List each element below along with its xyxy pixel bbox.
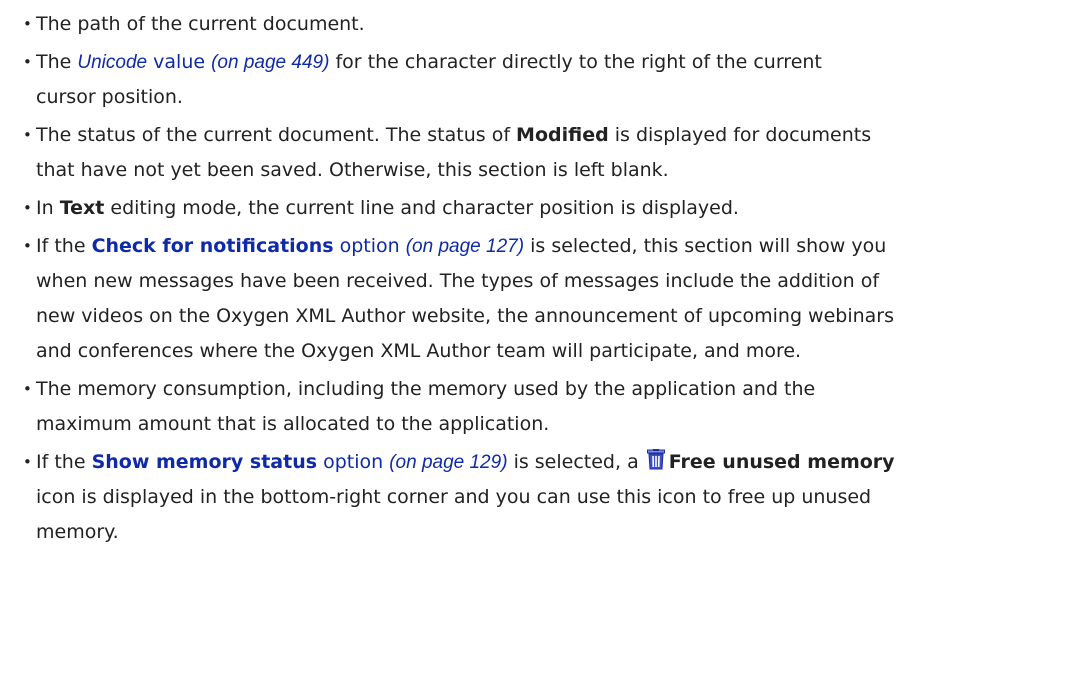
list-item-document-status: • The status of the current document. Th… xyxy=(23,118,1081,188)
modified-term: Modified xyxy=(516,124,609,146)
check-for-notifications-label: Check for notifications xyxy=(91,235,334,257)
bullet: • xyxy=(23,53,32,71)
item-text: icon is displayed in the bottom-right co… xyxy=(36,486,872,508)
list-item-notifications: • If the Check for notifications option … xyxy=(23,229,1081,369)
item-text: memory. xyxy=(36,521,119,543)
item-text: The path of the current document. xyxy=(36,13,365,35)
item-text: new videos on the Oxygen XML Author webs… xyxy=(36,305,895,327)
item-text: for the character directly to the right … xyxy=(329,51,822,73)
bullet: • xyxy=(23,199,32,217)
item-text: The memory consumption, including the me… xyxy=(36,378,816,400)
check-for-notifications-link[interactable]: Check for notifications option xyxy=(92,235,400,257)
page-reference-129[interactable]: (on page 129) xyxy=(389,452,507,473)
item-text: when new messages have been received. Th… xyxy=(36,270,880,292)
text-mode-term: Text xyxy=(59,197,105,219)
item-text: maximum amount that is allocated to the … xyxy=(36,413,550,435)
item-text: The status of the current document. The … xyxy=(36,124,517,146)
show-memory-status-link[interactable]: Show memory status option xyxy=(92,451,384,473)
free-unused-memory-term: Free unused memory xyxy=(668,451,895,473)
item-text: If the xyxy=(36,235,92,257)
list-item-document-path: • The path of the current document. xyxy=(23,7,1081,42)
item-text: that have not yet been saved. Otherwise,… xyxy=(36,159,669,181)
unicode-link-term: Unicode xyxy=(77,52,148,73)
item-text: The xyxy=(36,51,78,73)
item-text: and conferences where the Oxygen XML Aut… xyxy=(36,340,802,362)
list-item-memory-status: • If the Show memory status option (on p… xyxy=(23,445,1081,550)
list-item-text-mode: • In Text editing mode, the current line… xyxy=(23,191,1081,226)
bullet: • xyxy=(23,126,32,144)
unicode-link[interactable]: Unicode value xyxy=(77,51,205,73)
bullet: • xyxy=(23,380,32,398)
page-reference-449[interactable]: (on page 449) xyxy=(211,52,329,73)
option-label: option xyxy=(317,451,384,473)
item-text: cursor position. xyxy=(36,86,183,108)
unicode-link-rest: value xyxy=(147,51,206,73)
item-text: If the xyxy=(36,451,92,473)
item-text: In xyxy=(36,197,60,219)
item-text: editing mode, the current line and chara… xyxy=(104,197,739,219)
bullet-list: • The path of the current document. • Th… xyxy=(0,0,1091,550)
item-text: is selected, a xyxy=(507,451,645,473)
option-label: option xyxy=(333,235,400,257)
show-memory-status-label: Show memory status xyxy=(91,451,318,473)
bullet: • xyxy=(23,453,32,471)
bullet: • xyxy=(23,15,32,33)
item-text: is displayed for documents xyxy=(608,124,872,146)
list-item-memory-consumption: • The memory consumption, including the … xyxy=(23,372,1081,442)
bullet: • xyxy=(23,237,32,255)
page-reference-127[interactable]: (on page 127) xyxy=(406,236,524,257)
trash-icon xyxy=(646,449,665,470)
list-item-unicode: • The Unicode value (on page 449) for th… xyxy=(23,45,1081,115)
item-text: is selected, this section will show you xyxy=(524,235,887,257)
